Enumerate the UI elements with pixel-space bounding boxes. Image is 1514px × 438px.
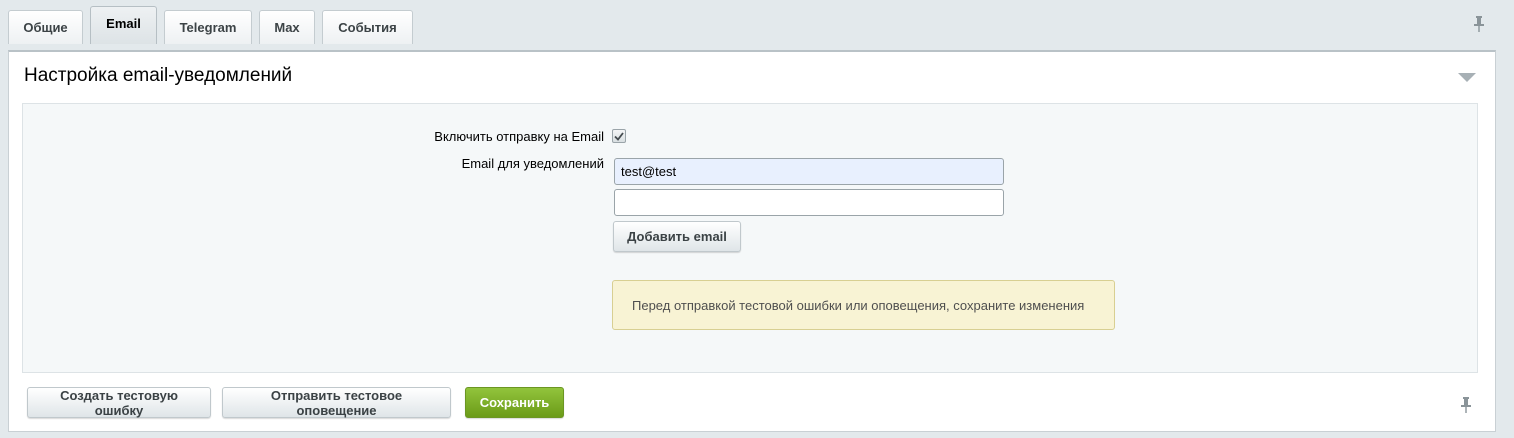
tab-bar: Общие Email Telegram Max События — [8, 6, 420, 44]
add-email-button[interactable]: Добавить email — [613, 221, 741, 252]
save-notice: Перед отправкой тестовой ошибки или опов… — [612, 280, 1115, 330]
tab-email[interactable]: Email — [90, 6, 157, 44]
checkmark-icon — [614, 131, 624, 141]
send-test-notification-button[interactable]: Отправить тестовое оповещение — [222, 387, 451, 418]
email-field-2[interactable] — [614, 189, 1004, 216]
save-notice-text: Перед отправкой тестовой ошибки или опов… — [632, 297, 1085, 313]
enable-email-label: Включить отправку на Email — [434, 129, 604, 144]
settings-card: Настройка email-уведомлений Включить отп… — [8, 50, 1496, 432]
triangle-down-icon[interactable] — [1458, 73, 1476, 83]
notification-emails-label: Email для уведомлений — [461, 156, 604, 171]
pin-icon[interactable] — [1472, 15, 1486, 33]
email-field-1[interactable] — [614, 158, 1004, 185]
tab-telegram[interactable]: Telegram — [164, 10, 252, 44]
section-title: Настройка email-уведомлений — [24, 65, 293, 86]
tab-events[interactable]: События — [322, 10, 413, 44]
save-button[interactable]: Сохранить — [465, 387, 564, 418]
tab-general[interactable]: Общие — [8, 10, 83, 44]
tab-max[interactable]: Max — [259, 10, 315, 44]
create-test-error-button[interactable]: Создать тестовую ошибку — [27, 387, 211, 418]
enable-email-checkbox[interactable] — [612, 129, 626, 143]
form-panel: Включить отправку на Email Email для уве… — [22, 103, 1478, 373]
pin-icon[interactable] — [1459, 396, 1473, 414]
